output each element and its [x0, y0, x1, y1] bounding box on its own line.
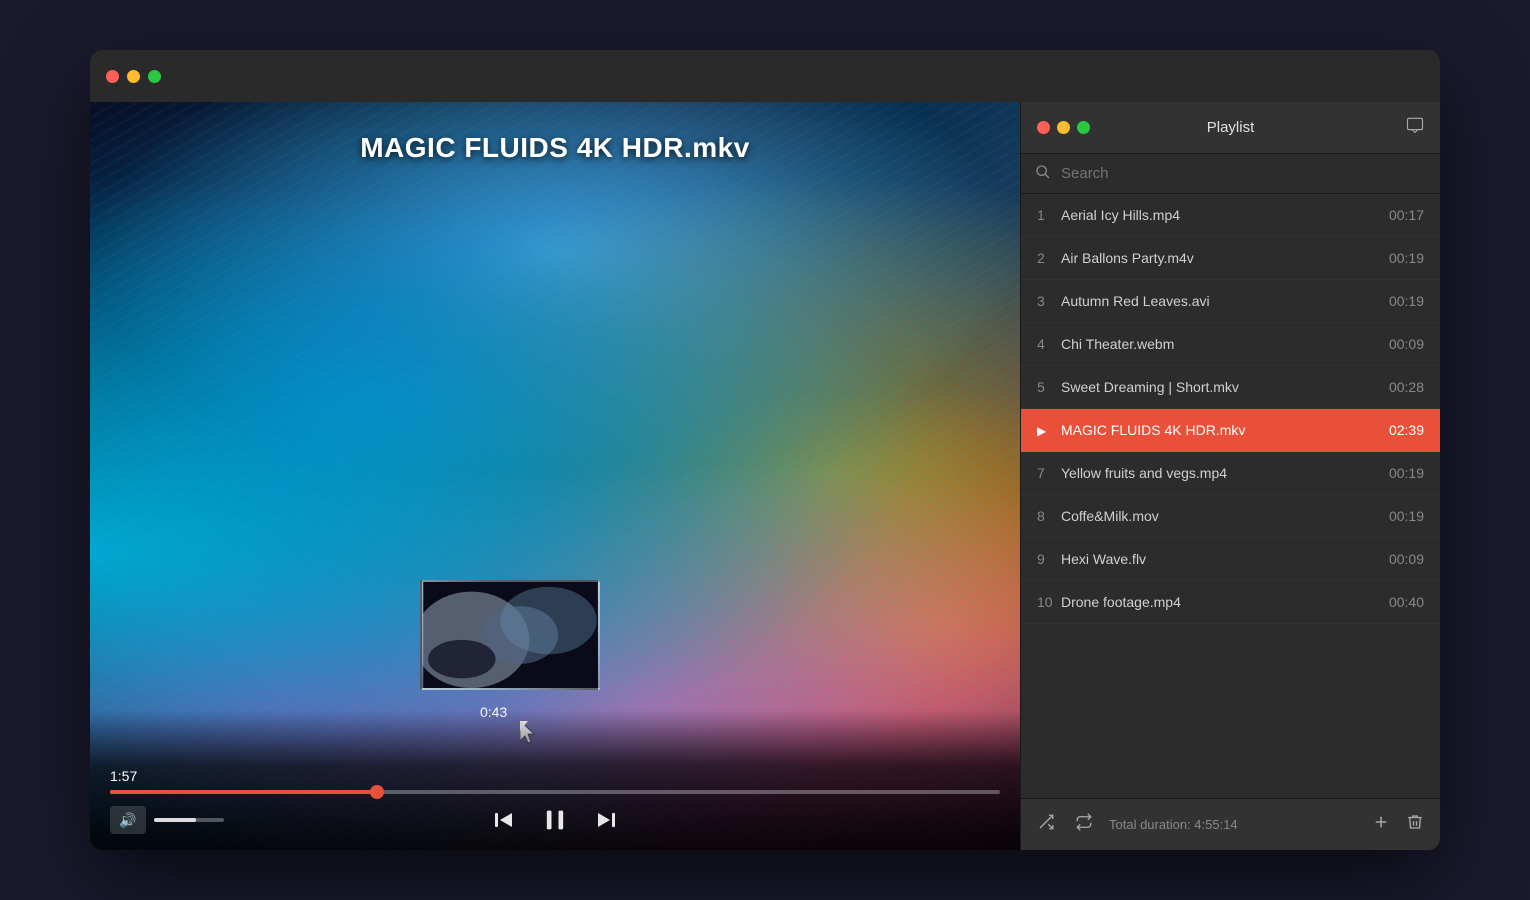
item-name: Chi Theater.webm — [1061, 336, 1381, 352]
search-input[interactable] — [1061, 165, 1426, 182]
main-content: MAGIC FLUIDS 4K HDR.mkv — [90, 102, 1440, 850]
item-number: 8 — [1037, 508, 1061, 524]
volume-fill — [154, 818, 196, 822]
item-duration: 00:09 — [1389, 336, 1424, 352]
next-button[interactable] — [593, 808, 617, 832]
playlist-traffic-lights — [1037, 121, 1090, 134]
playlist-item[interactable]: 2 Air Ballons Party.m4v 00:19 — [1021, 237, 1440, 280]
item-duration: 02:39 — [1389, 422, 1424, 438]
item-number: 5 — [1037, 379, 1061, 395]
pl-minimize-button[interactable] — [1057, 121, 1070, 134]
search-bar — [1021, 154, 1440, 194]
playlist-item[interactable]: 10 Drone footage.mp4 00:40 — [1021, 581, 1440, 624]
next-icon — [593, 808, 617, 832]
playback-controls — [493, 806, 617, 834]
item-number: 1 — [1037, 207, 1061, 223]
controls-row: 🔊 — [90, 806, 1020, 834]
playlist-header-right — [1406, 116, 1424, 139]
traffic-lights — [106, 70, 161, 83]
item-number: 2 — [1037, 250, 1061, 266]
playlist-item[interactable]: 4 Chi Theater.webm 00:09 — [1021, 323, 1440, 366]
volume-slider[interactable] — [154, 818, 224, 822]
item-number: 10 — [1037, 594, 1061, 610]
item-duration: 00:17 — [1389, 207, 1424, 223]
item-duration: 00:09 — [1389, 551, 1424, 567]
item-name: Aerial Icy Hills.mp4 — [1061, 207, 1381, 223]
total-duration: Total duration: 4:55:14 — [1109, 817, 1356, 832]
playlist-title: Playlist — [1207, 119, 1255, 136]
playlist-item[interactable]: 8 Coffe&Milk.mov 00:19 — [1021, 495, 1440, 538]
item-duration: 00:19 — [1389, 293, 1424, 309]
item-number: 9 — [1037, 551, 1061, 567]
app-window: MAGIC FLUIDS 4K HDR.mkv — [90, 50, 1440, 850]
seek-thumbnail — [420, 580, 600, 690]
playlist-item[interactable]: 1 Aerial Icy Hills.mp4 00:17 — [1021, 194, 1440, 237]
playlist-header: Playlist — [1021, 102, 1440, 154]
item-name: MAGIC FLUIDS 4K HDR.mkv — [1061, 422, 1381, 438]
playlist-item[interactable]: 7 Yellow fruits and vegs.mp4 00:19 — [1021, 452, 1440, 495]
controls-bar: 1:57 🔊 — [90, 710, 1020, 850]
add-icon — [1372, 813, 1390, 831]
search-icon-wrap — [1035, 164, 1051, 183]
progress-fill — [110, 790, 377, 794]
volume-icon: 🔊 — [119, 812, 136, 829]
pause-icon — [541, 806, 569, 834]
item-name: Autumn Red Leaves.avi — [1061, 293, 1381, 309]
playlist-item[interactable]: 3 Autumn Red Leaves.avi 00:19 — [1021, 280, 1440, 323]
repeat-icon — [1075, 813, 1093, 831]
video-title: MAGIC FLUIDS 4K HDR.mkv — [360, 132, 750, 164]
playlist-item[interactable]: 9 Hexi Wave.flv 00:09 — [1021, 538, 1440, 581]
maximize-button[interactable] — [148, 70, 161, 83]
footer-right-btns — [1368, 809, 1428, 840]
item-number: 4 — [1037, 336, 1061, 352]
playlist-item[interactable]: 5 Sweet Dreaming | Short.mkv 00:28 — [1021, 366, 1440, 409]
progress-container[interactable] — [90, 790, 1020, 794]
item-name: Hexi Wave.flv — [1061, 551, 1381, 567]
search-icon — [1035, 164, 1051, 180]
item-number: 7 — [1037, 465, 1061, 481]
volume-controls: 🔊 — [110, 806, 224, 834]
volume-button[interactable]: 🔊 — [110, 806, 146, 834]
playlist-item[interactable]: ▶ MAGIC FLUIDS 4K HDR.mkv 02:39 — [1021, 409, 1440, 452]
chat-icon-button[interactable] — [1406, 116, 1424, 139]
delete-icon — [1406, 813, 1424, 831]
playlist-items: 1 Aerial Icy Hills.mp4 00:17 2 Air Ballo… — [1021, 194, 1440, 798]
close-button[interactable] — [106, 70, 119, 83]
item-duration: 00:28 — [1389, 379, 1424, 395]
prev-icon — [493, 808, 517, 832]
pause-button[interactable] — [541, 806, 569, 834]
progress-bar — [110, 790, 1000, 794]
delete-button[interactable] — [1402, 809, 1428, 840]
item-duration: 00:19 — [1389, 465, 1424, 481]
shuffle-button[interactable] — [1033, 809, 1059, 840]
pl-close-button[interactable] — [1037, 121, 1050, 134]
title-bar — [90, 50, 1440, 102]
item-duration: 00:19 — [1389, 508, 1424, 524]
item-number: 3 — [1037, 293, 1061, 309]
repeat-button[interactable] — [1071, 809, 1097, 840]
prev-button[interactable] — [493, 808, 517, 832]
item-name: Air Ballons Party.m4v — [1061, 250, 1381, 266]
playlist-sidebar: Playlist — [1020, 102, 1440, 850]
video-area: MAGIC FLUIDS 4K HDR.mkv — [90, 102, 1020, 850]
current-time: 1:57 — [90, 768, 1020, 784]
item-name: Yellow fruits and vegs.mp4 — [1061, 465, 1381, 481]
chat-icon — [1406, 116, 1424, 134]
pl-maximize-button[interactable] — [1077, 121, 1090, 134]
minimize-button[interactable] — [127, 70, 140, 83]
item-name: Sweet Dreaming | Short.mkv — [1061, 379, 1381, 395]
playlist-footer: Total duration: 4:55:14 — [1021, 798, 1440, 850]
add-button[interactable] — [1368, 809, 1394, 840]
shuffle-icon — [1037, 813, 1055, 831]
item-play-indicator: ▶ — [1037, 422, 1061, 438]
item-duration: 00:19 — [1389, 250, 1424, 266]
item-name: Drone footage.mp4 — [1061, 594, 1381, 610]
item-name: Coffe&Milk.mov — [1061, 508, 1381, 524]
item-duration: 00:40 — [1389, 594, 1424, 610]
progress-handle — [370, 785, 384, 799]
